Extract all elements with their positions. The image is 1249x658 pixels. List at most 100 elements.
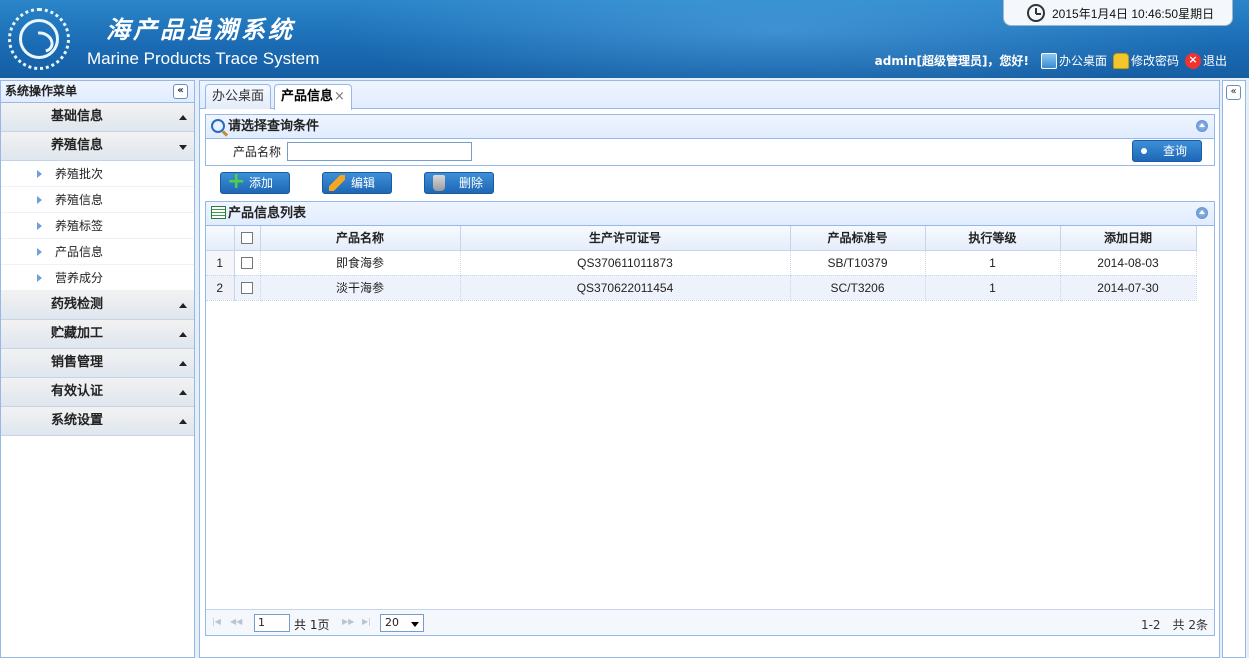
select-all-header (234, 226, 261, 251)
column-header[interactable]: 产品标准号 (790, 226, 926, 251)
logout-link[interactable]: × 退出 (1184, 52, 1227, 69)
query-button[interactable]: 查询 (1132, 140, 1202, 162)
standard-cell: SC/T3206 (790, 275, 926, 301)
change-password-label: 修改密码 (1130, 54, 1179, 68)
datetime-text: 2015年1月4日 10:46:50星期日 (1052, 7, 1215, 21)
plus-icon: + (227, 169, 246, 194)
close-icon: × (1184, 52, 1201, 69)
date-cell: 2014-08-03 (1060, 250, 1197, 276)
sidebar-group-certification[interactable]: 有效认证 (1, 378, 194, 407)
sidebar-title: 系统操作菜单 (5, 84, 78, 98)
date-cell: 2014-07-30 (1060, 275, 1197, 301)
query-panel-header: 请选择查询条件 (206, 115, 1214, 139)
sidebar-item-nutrition[interactable]: 营养成分 (1, 265, 194, 291)
query-panel-title: 请选择查询条件 (228, 119, 320, 134)
table-header-row: 产品名称 生产许可证号 产品标准号 执行等级 添加日期 (206, 226, 1197, 251)
list-panel-title: 产品信息列表 (228, 206, 307, 221)
sidebar-group-basic[interactable]: 基础信息 (1, 103, 194, 132)
product-table: 产品名称 生产许可证号 产品标准号 执行等级 添加日期 1 即食海参 QS370… (206, 226, 1197, 301)
sidebar-group-settings[interactable]: 系统设置 (1, 407, 194, 436)
edit-button[interactable]: 编辑 (322, 172, 392, 194)
toolbar: + 添加 编辑 删除 (220, 169, 526, 194)
tab-desktop[interactable]: 办公桌面 (205, 84, 272, 109)
product-name-cell: 即食海参 (260, 250, 461, 276)
row-number: 1 (206, 250, 235, 276)
level-cell: 1 (925, 250, 1061, 276)
sidebar-item-product-info[interactable]: 产品信息 (1, 239, 194, 265)
prev-page-icon[interactable]: ◀◀ (230, 618, 242, 626)
page-number-input[interactable]: 1 (254, 614, 290, 632)
chevron-up-icon (179, 419, 187, 424)
right-panel-strip: « (1222, 80, 1246, 658)
panel-collapse-button[interactable] (1196, 207, 1208, 219)
chevron-up-icon (179, 303, 187, 308)
last-page-icon[interactable]: ▶| (362, 618, 372, 626)
query-row: 产品名称 查询 (206, 139, 1214, 162)
chevron-up-icon (179, 115, 187, 120)
sidebar-item-breeding-info[interactable]: 养殖信息 (1, 187, 194, 213)
list-panel: 产品信息列表 产品名称 生产许可证号 产品标准号 执行等级 添加日期 1 即食海… (205, 201, 1215, 636)
tab-bar: 办公桌面 产品信息× (200, 81, 1219, 110)
sidebar-collapse-button[interactable]: « (173, 84, 188, 99)
panel-collapse-button[interactable] (1196, 120, 1208, 132)
license-cell: QS370611011873 (460, 250, 791, 276)
license-cell: QS370622011454 (460, 275, 791, 301)
logout-label: 退出 (1202, 54, 1227, 68)
tab-label: 产品信息 (281, 89, 334, 104)
app-title-en: Marine Products Trace System (87, 49, 320, 68)
sidebar-group-breeding[interactable]: 养殖信息 (1, 132, 194, 161)
add-button[interactable]: + 添加 (220, 169, 290, 194)
row-checkbox[interactable] (241, 257, 253, 270)
product-name-cell: 淡干海参 (260, 275, 461, 301)
column-header[interactable]: 执行等级 (925, 226, 1061, 251)
level-cell: 1 (925, 275, 1061, 301)
column-header[interactable]: 添加日期 (1060, 226, 1197, 251)
delete-button[interactable]: 删除 (424, 172, 494, 194)
tab-label: 办公桌面 (212, 89, 265, 104)
column-header[interactable]: 产品名称 (260, 226, 461, 251)
page-total: 共 1页 (294, 618, 330, 632)
sidebar-item-breeding-label[interactable]: 养殖标签 (1, 213, 194, 239)
row-checkbox[interactable] (241, 282, 253, 295)
table-row[interactable]: 2 淡干海参 QS370622011454 SC/T3206 1 2014-07… (206, 275, 1197, 301)
list-panel-header: 产品信息列表 (206, 202, 1214, 226)
sidebar-group-label: 贮藏加工 (51, 326, 104, 341)
lock-icon (1112, 52, 1129, 69)
sidebar: 系统操作菜单 « 基础信息 养殖信息 养殖批次 养殖信息 养殖标签 产品信息 营… (0, 80, 195, 658)
product-name-input[interactable] (287, 142, 472, 161)
chevron-up-icon (179, 390, 187, 395)
sidebar-group-storage[interactable]: 贮藏加工 (1, 320, 194, 349)
page-size-select[interactable]: 20 (380, 614, 424, 632)
row-select-cell (234, 275, 261, 301)
table-row[interactable]: 1 即食海参 QS370611011873 SB/T10379 1 2014-0… (206, 250, 1197, 276)
clock-icon (1027, 4, 1045, 22)
right-panel-expand-button[interactable]: « (1226, 85, 1241, 100)
tab-close-icon[interactable]: × (334, 89, 345, 104)
query-panel: 请选择查询条件 产品名称 查询 (205, 114, 1215, 166)
sidebar-item-breeding-batch[interactable]: 养殖批次 (1, 161, 194, 187)
row-select-cell (234, 250, 261, 276)
select-all-checkbox[interactable] (241, 232, 253, 245)
first-page-icon[interactable]: |◀ (212, 618, 222, 626)
desktop-link[interactable]: 办公桌面 (1040, 52, 1107, 69)
edit-button-label: 编辑 (351, 176, 376, 190)
search-icon (211, 119, 225, 133)
main-content: 办公桌面 产品信息× 请选择查询条件 产品名称 查询 + 添加 编辑 删除 产品… (199, 80, 1220, 658)
user-bar: admin[超级管理员]，您好! 办公桌面 修改密码 × 退出 (875, 52, 1227, 69)
next-page-icon[interactable]: ▶▶ (342, 618, 354, 626)
chevron-down-icon (179, 145, 187, 150)
datetime-box: 2015年1月4日 10:46:50星期日 (1003, 0, 1233, 26)
column-header[interactable]: 生产许可证号 (460, 226, 791, 251)
user-greeting: admin[超级管理员]，您好! (874, 54, 1029, 68)
change-password-link[interactable]: 修改密码 (1112, 52, 1179, 69)
tab-product-info[interactable]: 产品信息× (274, 84, 352, 110)
pager-info: 1-2 共 2条 (1140, 618, 1208, 632)
chevron-up-icon (179, 332, 187, 337)
sidebar-group-label: 系统设置 (51, 413, 104, 428)
row-number: 2 (206, 275, 235, 301)
row-number-header (206, 226, 235, 251)
sidebar-group-residue[interactable]: 药残检测 (1, 291, 194, 320)
sidebar-group-sales[interactable]: 销售管理 (1, 349, 194, 378)
app-title-cn: 海产品追溯系统 (106, 15, 295, 44)
table-icon (211, 206, 226, 219)
